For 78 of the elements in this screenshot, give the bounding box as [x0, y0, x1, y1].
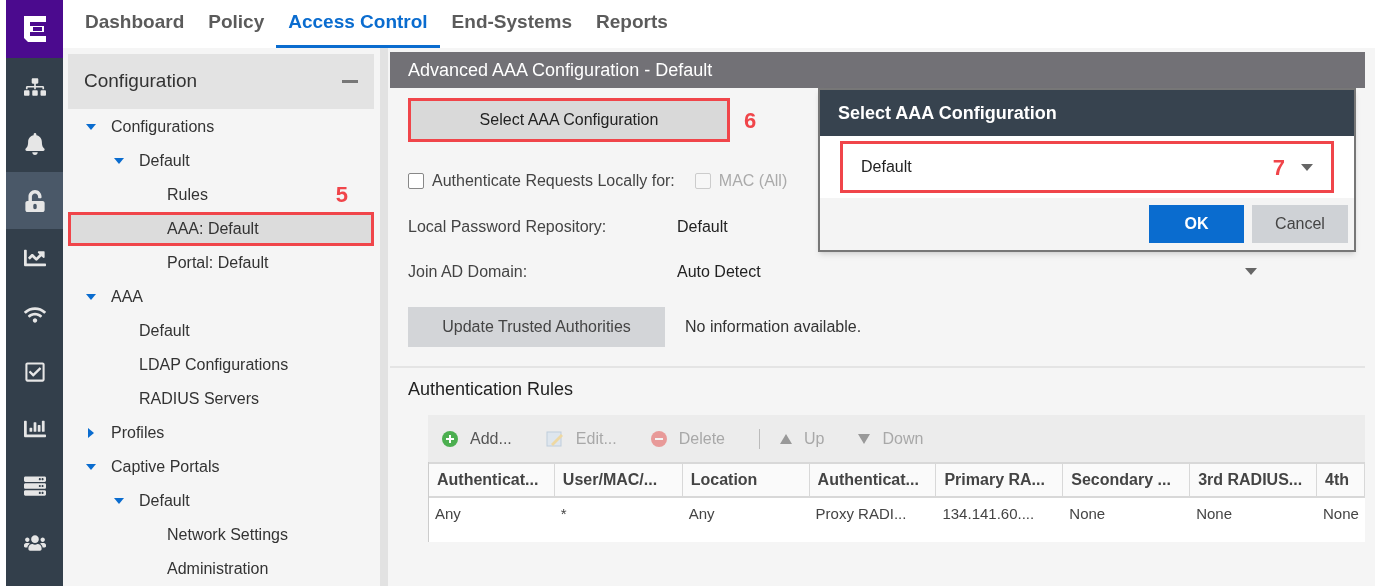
checkbox[interactable] [408, 173, 424, 189]
server-icon [23, 474, 46, 497]
cancel-button[interactable]: Cancel [1252, 205, 1348, 243]
sidebar-title: Configuration [84, 69, 198, 94]
column-header[interactable]: 4th [1317, 464, 1365, 496]
table-cell-text: None [1068, 503, 1107, 524]
ok-button[interactable]: OK [1149, 205, 1244, 243]
update-authorities-button[interactable]: Update Trusted Authorities [408, 307, 665, 347]
tree-item[interactable]: Captive Portals [68, 450, 226, 484]
delete-icon [650, 430, 667, 447]
nav-tab[interactable]: Policy [196, 0, 277, 48]
section-title: Authentication Rules [408, 379, 574, 399]
annotation-number: 7 [1272, 153, 1285, 182]
table-cell-text: 134.141.60.... [941, 503, 1036, 524]
down-triangle-icon [858, 433, 871, 444]
table-cell-text: None [1322, 503, 1360, 524]
tree-item[interactable]: LDAP Configurations [68, 348, 295, 382]
field-label: Local Password Repository: [408, 216, 608, 237]
tree-item[interactable]: Network Settings [68, 518, 294, 552]
dropdown-field[interactable]: Auto Detect [677, 259, 1257, 284]
configuration-dropdown[interactable]: Default 7 [840, 141, 1334, 193]
checkbox-icon [23, 360, 46, 383]
tree-item[interactable]: Administration [68, 552, 275, 586]
scrollbar[interactable] [380, 48, 388, 586]
annotation-number: 6 [744, 106, 757, 135]
toolbar-button[interactable]: Add... [442, 426, 512, 451]
table-cell-text: Proxy RADI... [814, 503, 908, 524]
bell-icon [23, 132, 46, 155]
tree-item[interactable]: Default [68, 484, 196, 518]
nav-tab[interactable]: Dashboard [73, 0, 197, 48]
caret-down-icon [1301, 163, 1313, 171]
logo-icon [21, 14, 48, 44]
tree-item[interactable]: RADIUS Servers [68, 382, 266, 416]
caret-down-icon[interactable] [86, 462, 96, 472]
tree-item[interactable]: AAA [68, 280, 149, 314]
nav-tab[interactable]: Reports [584, 0, 680, 48]
caret-right-icon[interactable] [86, 428, 96, 438]
sitemap-icon [23, 75, 46, 98]
caret-down-icon[interactable] [86, 122, 96, 132]
nav-item[interactable] [6, 172, 63, 229]
column-header[interactable]: Secondary ... [1063, 464, 1191, 496]
column-header[interactable]: Primary RA... [936, 464, 1064, 496]
select-configuration-button[interactable]: Select AAA Configuration [408, 98, 730, 142]
caret-down-icon [1245, 268, 1257, 275]
table-cell-text: Any [434, 503, 462, 524]
caret-down-icon[interactable] [114, 156, 124, 166]
nav-tab[interactable]: End-Systems [439, 0, 584, 48]
status-text: No information available. [685, 317, 862, 337]
field-label: Join AD Domain: [408, 261, 529, 282]
caret-down-icon[interactable] [86, 292, 96, 302]
tree-item[interactable]: Portal: Default [68, 246, 275, 280]
column-header[interactable]: 3rd RADIUS... [1190, 464, 1317, 496]
nav-tab[interactable]: Access Control [276, 0, 440, 48]
column-header[interactable]: Authenticat... [429, 464, 555, 496]
column-header[interactable]: Authenticat... [809, 464, 937, 496]
checkbox-label: Authenticate Requests Locally for: [432, 171, 675, 191]
tree-item[interactable]: Default [68, 144, 196, 178]
add-icon [442, 430, 458, 447]
tree-item[interactable]: Default [68, 314, 196, 348]
annotation-number: 5 [335, 182, 348, 208]
table-cell-text: Any [687, 503, 716, 524]
up-triangle-icon [779, 433, 792, 444]
dialog-title: Select AAA Configuration [838, 101, 1057, 125]
checkbox-label: MAC (All) [718, 171, 788, 191]
column-header[interactable]: Location [682, 464, 810, 496]
tree-item[interactable]: Configurations [68, 110, 221, 144]
unlock-icon [23, 189, 46, 212]
table-cell-text: None [1195, 503, 1233, 524]
field-value: Default [677, 216, 728, 237]
tree-item[interactable]: Rules [68, 178, 214, 212]
panel-title: Advanced AAA Configuration - Default [408, 58, 713, 82]
caret-down-icon[interactable] [114, 496, 124, 506]
column-header[interactable]: User/MAC/... [554, 464, 683, 496]
tree-item[interactable]: Profiles [68, 416, 171, 450]
tree-item[interactable]: AAA: Default [68, 212, 374, 246]
table-cell-text: * [559, 503, 568, 524]
logo[interactable] [6, 0, 63, 58]
edit-icon [545, 429, 564, 448]
